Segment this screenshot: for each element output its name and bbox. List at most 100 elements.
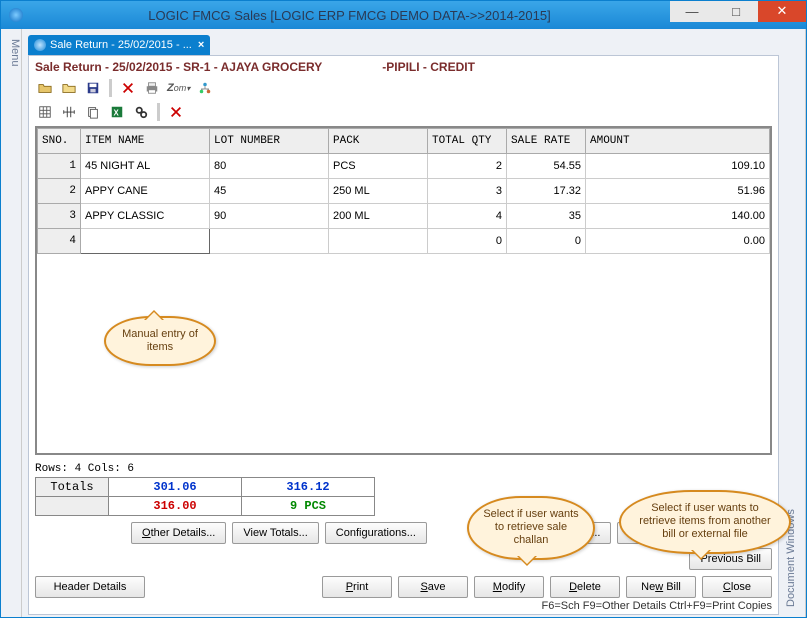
center-panel: Sale Return - 25/02/2015 - ... × Sale Re… (22, 29, 785, 617)
cell-qty[interactable]: 0 (428, 229, 507, 254)
cell-item[interactable]: APPY CANE (81, 179, 210, 204)
cell-sno: 1 (38, 154, 81, 179)
header-details-button[interactable]: Header Details (35, 576, 145, 598)
menu-sidebar[interactable]: Menu (1, 29, 22, 617)
tab-close-icon[interactable]: × (198, 39, 204, 51)
print-icon[interactable] (142, 78, 162, 98)
cell-pack[interactable] (329, 229, 428, 254)
totals-3: 316.00 (109, 497, 242, 516)
tab-label: Sale Return - 25/02/2015 - ... (50, 39, 192, 51)
toolbar-grid: X (35, 102, 772, 122)
client-area: Menu Sale Return - 25/02/2015 - ... × Sa… (1, 29, 806, 617)
save-icon[interactable] (83, 78, 103, 98)
configurations-button[interactable]: Configurations... (325, 522, 427, 544)
cell-sno: 4 (38, 229, 81, 254)
table-row[interactable]: 3 APPY CLASSIC 90 200 ML 4 35 140.00 (38, 204, 770, 229)
col-total-qty[interactable]: TOTAL QTY (428, 129, 507, 154)
cell-item[interactable]: 45 NIGHT AL (81, 154, 210, 179)
cell-pack[interactable]: 200 ML (329, 204, 428, 229)
document-header: Sale Return - 25/02/2015 - SR-1 - AJAYA … (35, 60, 772, 74)
new-bill-button[interactable]: New Bill (626, 576, 696, 598)
cell-lot[interactable]: 45 (210, 179, 329, 204)
modify-button[interactable]: Modify (474, 576, 544, 598)
window-buttons: — □ ✕ (670, 1, 806, 29)
close-doc-button[interactable]: Close (702, 576, 772, 598)
cell-amount[interactable]: 140.00 (586, 204, 770, 229)
svg-text:X: X (114, 109, 120, 118)
app-window: LOGIC FMCG Sales [LOGIC ERP FMCG DEMO DA… (0, 0, 807, 618)
cell-rate[interactable]: 35 (507, 204, 586, 229)
cell-sno: 3 (38, 204, 81, 229)
document-panel: Sale Return - 25/02/2015 - SR-1 - AJAYA … (28, 55, 779, 615)
grid-icon[interactable] (35, 102, 55, 122)
table-row[interactable]: 4 0 0 0.00 (38, 229, 770, 254)
toolbar-separator (109, 79, 112, 97)
delete-row-icon[interactable] (166, 102, 186, 122)
document-tab[interactable]: Sale Return - 25/02/2015 - ... × (28, 35, 210, 55)
cell-rate[interactable]: 17.32 (507, 179, 586, 204)
totals-box: Totals 301.06 316.12 316.00 9 PCS (35, 477, 375, 516)
table-row[interactable]: 1 45 NIGHT AL 80 PCS 2 54.55 109.10 (38, 154, 770, 179)
col-sale-rate[interactable]: SALE RATE (507, 129, 586, 154)
tab-icon (34, 39, 46, 51)
grid-header-row: SNO. ITEM NAME LOT NUMBER PACK TOTAL QTY… (38, 129, 770, 154)
cell-lot[interactable]: 80 (210, 154, 329, 179)
print-button[interactable]: Print (322, 576, 392, 598)
cell-rate[interactable]: 54.55 (507, 154, 586, 179)
totals-4: 9 PCS (242, 497, 375, 516)
cell-amount[interactable]: 0.00 (586, 229, 770, 254)
delete-icon[interactable] (118, 78, 138, 98)
maximize-button[interactable]: □ (714, 0, 758, 22)
org-chart-icon[interactable] (195, 78, 215, 98)
width-icon[interactable] (59, 102, 79, 122)
cell-rate[interactable]: 0 (507, 229, 586, 254)
cell-pack[interactable]: PCS (329, 154, 428, 179)
minimize-button[interactable]: — (670, 0, 714, 22)
cell-qty[interactable]: 4 (428, 204, 507, 229)
data-grid[interactable]: SNO. ITEM NAME LOT NUMBER PACK TOTAL QTY… (35, 126, 772, 455)
cell-item-edit[interactable] (81, 229, 210, 254)
col-lot-number[interactable]: LOT NUMBER (210, 129, 329, 154)
callout-manual-entry: Manual entry of items (104, 316, 216, 366)
excel-icon[interactable]: X (107, 102, 127, 122)
col-pack[interactable]: PACK (329, 129, 428, 154)
button-row-2: Header Details Print Save Modify Delete … (35, 576, 772, 598)
app-icon (9, 8, 23, 22)
col-item-name[interactable]: ITEM NAME (81, 129, 210, 154)
save-button[interactable]: Save (398, 576, 468, 598)
totals-label: Totals (36, 478, 109, 497)
toolbar-separator-2 (157, 103, 160, 121)
tabstrip: Sale Return - 25/02/2015 - ... × (28, 33, 779, 55)
close-button[interactable]: ✕ (758, 0, 806, 22)
cell-amount[interactable]: 51.96 (586, 179, 770, 204)
zoom-button[interactable]: ZZomom▾ (166, 78, 191, 98)
callout-retv-cartons: Select if user wants to retrieve items f… (619, 490, 791, 554)
delete-button[interactable]: Delete (550, 576, 620, 598)
header-right: -PIPILI - CREDIT (382, 60, 475, 74)
col-amount[interactable]: AMOUNT (586, 129, 770, 154)
table-row[interactable]: 2 APPY CANE 45 250 ML 3 17.32 51.96 (38, 179, 770, 204)
totals-2: 316.12 (242, 478, 375, 497)
view-totals-button[interactable]: View Totals... (232, 522, 318, 544)
open-folder-icon[interactable] (35, 78, 55, 98)
cell-item[interactable]: APPY CLASSIC (81, 204, 210, 229)
cell-qty[interactable]: 2 (428, 154, 507, 179)
footer-hint: F6=Sch F9=Other Details Ctrl+F9=Print Co… (35, 600, 772, 612)
cell-amount[interactable]: 109.10 (586, 154, 770, 179)
cell-pack[interactable]: 250 ML (329, 179, 428, 204)
cell-qty[interactable]: 3 (428, 179, 507, 204)
cell-sno: 2 (38, 179, 81, 204)
other-details-button[interactable]: Other Details... (131, 522, 226, 544)
cell-lot[interactable] (210, 229, 329, 254)
find-icon[interactable] (131, 102, 151, 122)
totals-1: 301.06 (109, 478, 242, 497)
folder-icon[interactable] (59, 78, 79, 98)
header-left: Sale Return - 25/02/2015 - SR-1 - AJAYA … (35, 60, 322, 74)
copy-icon[interactable] (83, 102, 103, 122)
cell-lot[interactable]: 90 (210, 204, 329, 229)
toolbar-main: ZZomom▾ (35, 78, 772, 98)
totals-blank (36, 497, 109, 516)
window-title: LOGIC FMCG Sales [LOGIC ERP FMCG DEMO DA… (29, 8, 670, 23)
col-sno[interactable]: SNO. (38, 129, 81, 154)
rows-cols-status: Rows: 4 Cols: 6 (35, 463, 772, 475)
